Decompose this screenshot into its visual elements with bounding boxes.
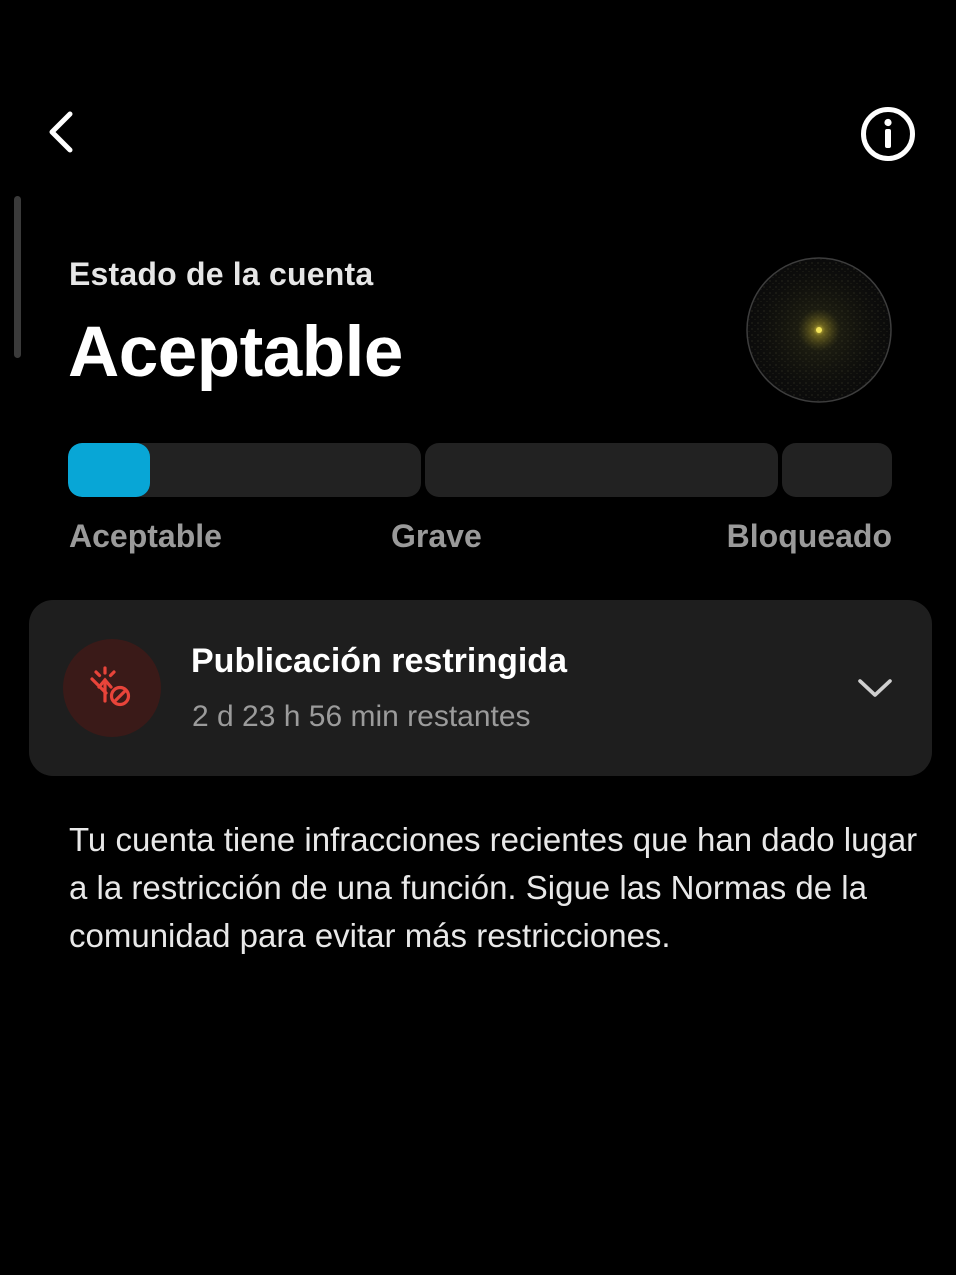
meter-fill <box>68 443 150 497</box>
restricted-post-icon <box>90 666 131 707</box>
chevron-left-icon <box>49 111 73 153</box>
scrollbar[interactable] <box>14 196 21 358</box>
status-eyebrow: Estado de la cuenta <box>69 256 374 292</box>
scale-label-grave: Grave <box>391 518 482 554</box>
restriction-card[interactable]: Publicación restringida 2 d 23 h 56 min … <box>29 600 932 776</box>
restriction-title: Publicación restringida <box>191 642 567 680</box>
scale-label-acceptable: Aceptable <box>69 518 222 554</box>
meter-segment-acceptable <box>68 443 421 497</box>
meter-segment-blocked <box>782 443 892 497</box>
info-button[interactable] <box>854 100 922 168</box>
status-orb-icon <box>746 257 892 403</box>
account-status-meter <box>68 443 892 497</box>
back-button[interactable] <box>30 100 94 164</box>
meter-segment-grave <box>425 443 778 497</box>
info-circle-icon <box>861 107 915 161</box>
restriction-time-remaining: 2 d 23 h 56 min restantes <box>192 700 531 733</box>
chevron-down-icon[interactable] <box>855 671 895 705</box>
status-description: Tu cuenta tiene infracciones recientes q… <box>69 821 918 954</box>
scale-label-blocked: Bloqueado <box>726 518 892 554</box>
status-title: Aceptable <box>68 313 403 392</box>
restriction-icon-badge <box>63 639 161 737</box>
